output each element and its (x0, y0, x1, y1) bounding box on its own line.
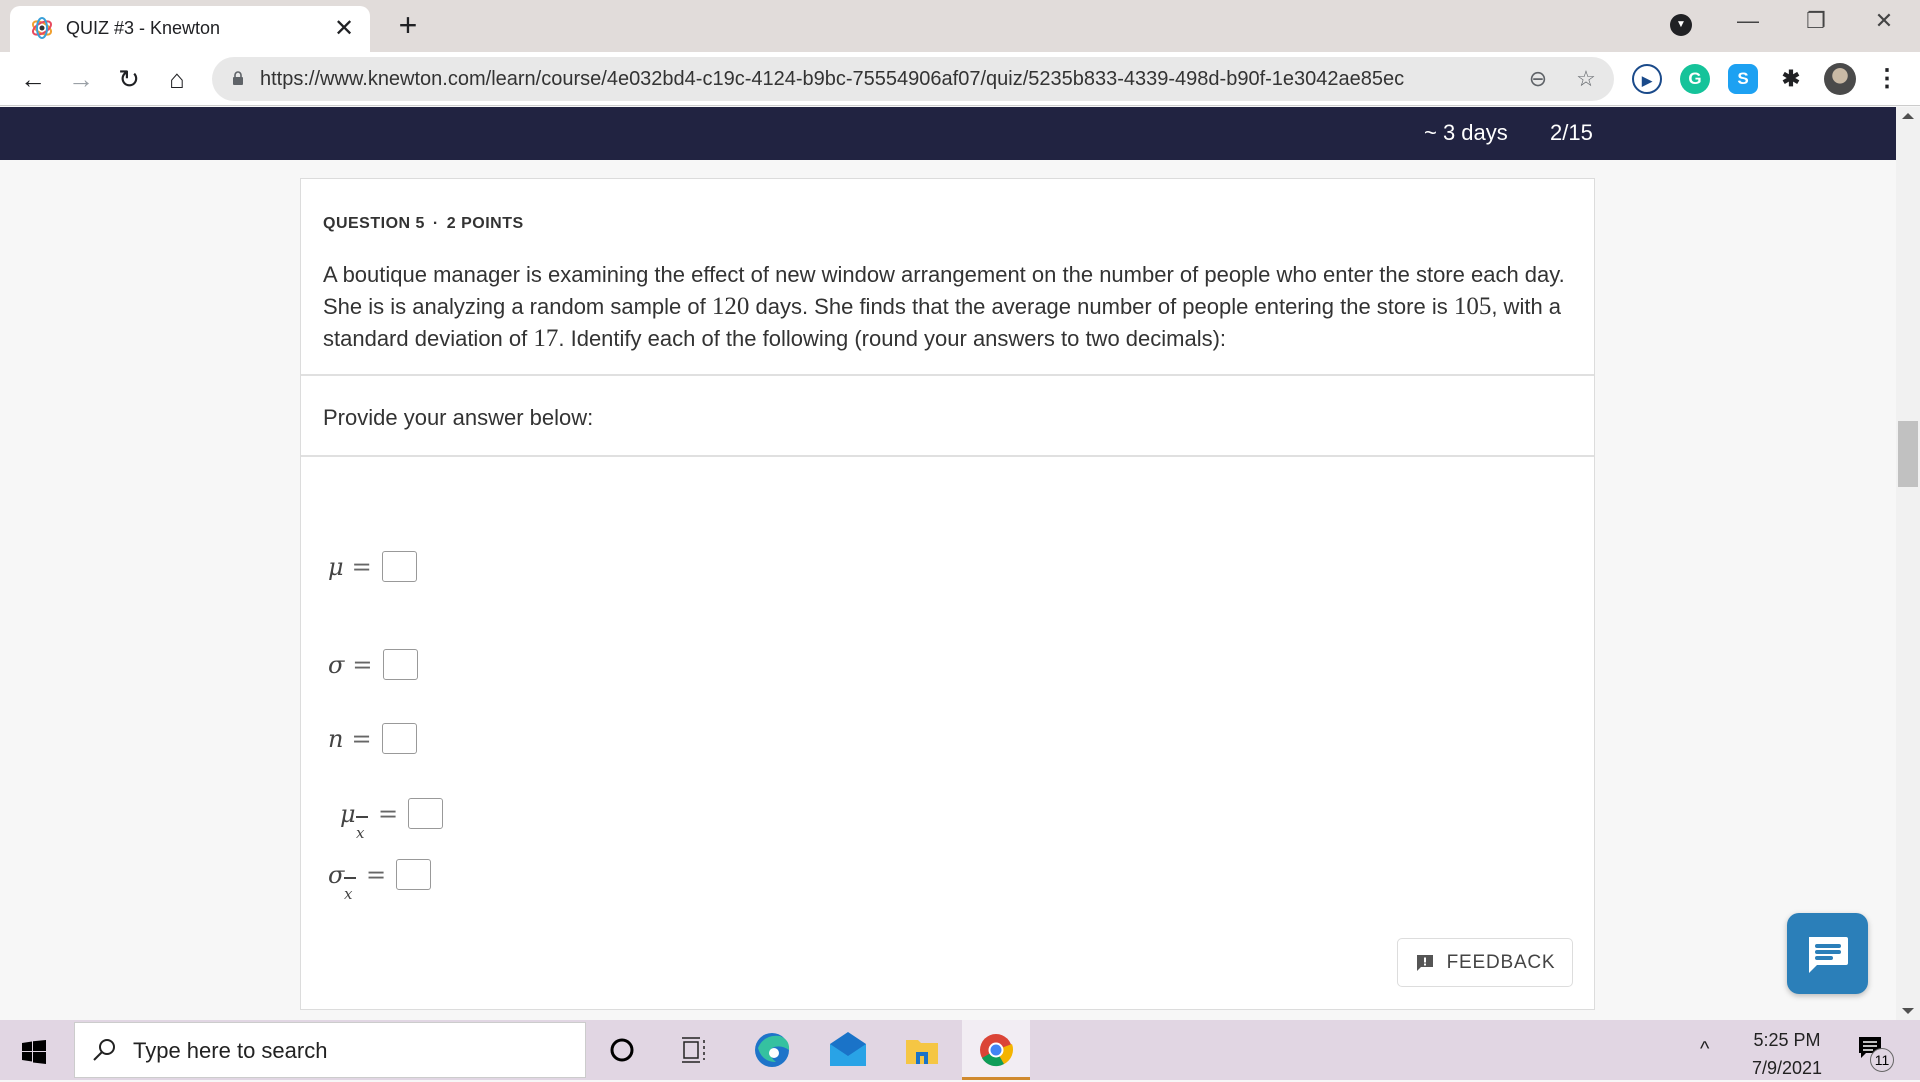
feedback-label: FEEDBACK (1446, 951, 1556, 973)
overbar (356, 815, 368, 818)
windows-start-icon[interactable] (22, 1040, 46, 1064)
new-tab-button[interactable]: + (390, 6, 426, 44)
extensions-puzzle-icon[interactable]: ✱ (1776, 64, 1806, 94)
answer-row-sigma: σ = (328, 649, 418, 680)
question-points: 2 POINTS (446, 215, 524, 232)
sigma-symbol: σ (328, 650, 345, 679)
scrollbar-thumb[interactable] (1898, 421, 1918, 487)
question-text-part: . Identify each of the following (round … (558, 326, 1227, 351)
std-dev-value: 17 (533, 325, 559, 352)
restore-button[interactable]: ❐ (1796, 8, 1836, 34)
reload-button[interactable]: ↻ (112, 62, 146, 96)
sigma-xbar-symbol: σ x (328, 860, 358, 903)
notification-count-badge: 11 (1870, 1048, 1894, 1072)
equals-sign: = (378, 799, 399, 828)
chat-bubble-icon (1809, 937, 1848, 973)
mu-symbol: μ (328, 552, 344, 581)
address-bar[interactable]: https://www.knewton.com/learn/course/4e0… (212, 57, 1614, 101)
close-window-button[interactable]: ✕ (1864, 8, 1904, 34)
tab-title: QUIZ #3 - Knewton (66, 18, 221, 38)
divider (301, 374, 1594, 376)
sigma-symbol: σ (328, 860, 345, 889)
answer-row-n: n = (328, 723, 417, 754)
zoom-icon[interactable]: ⊖ (1524, 65, 1552, 93)
equals-sign: = (366, 860, 387, 889)
back-button[interactable]: ← (16, 62, 50, 96)
minimize-button[interactable]: — (1728, 8, 1768, 34)
question-progress: 2/15 (1550, 120, 1593, 145)
profile-avatar[interactable] (1824, 63, 1856, 95)
mail-icon[interactable] (826, 1028, 870, 1072)
answer-row-sigma-xbar: σ x = (328, 859, 432, 903)
knewton-favicon-icon (31, 17, 53, 39)
overbar (344, 876, 356, 879)
tab-search-icon[interactable]: ▼ (1670, 14, 1692, 36)
divider (301, 455, 1594, 457)
url-text[interactable]: https://www.knewton.com/learn/course/4e0… (260, 68, 1404, 91)
meta-separator: · (432, 215, 439, 232)
forward-button[interactable]: → (64, 62, 98, 96)
question-card: QUESTION 5 · 2 POINTS A boutique manager i… (300, 178, 1595, 1010)
feedback-alert-icon (1416, 954, 1433, 971)
equals-sign: = (351, 724, 372, 753)
taskbar-search-box[interactable]: Type here to search (74, 1022, 586, 1078)
mu-xbar-symbol: μ x (340, 799, 370, 842)
close-tab-icon[interactable]: ✕ (330, 14, 358, 43)
search-icon (93, 1039, 115, 1061)
lock-icon (233, 71, 243, 85)
question-meta: QUESTION 5 · 2 POINTS (323, 215, 524, 233)
browser-tab-active[interactable]: QUIZ #3 - Knewton ✕ (10, 6, 370, 52)
browser-menu-icon[interactable]: ⋮ (1872, 64, 1902, 94)
windows-taskbar: Type here to search ^ 5:25 PM 7/9/2021 1… (0, 1020, 1920, 1080)
chrome-icon[interactable] (974, 1028, 1018, 1072)
browser-tab-strip: QUIZ #3 - Knewton ✕ + ▼ — ❐ ✕ (0, 0, 1920, 52)
edge-browser-icon[interactable] (750, 1028, 794, 1072)
bookmark-star-icon[interactable]: ☆ (1572, 65, 1600, 93)
chat-support-button[interactable] (1787, 913, 1868, 994)
taskbar-clock[interactable]: 5:25 PM 7/9/2021 (1752, 1026, 1822, 1082)
question-text: A boutique manager is examining the effe… (323, 259, 1573, 355)
scroll-down-arrow-icon[interactable] (1902, 1008, 1914, 1014)
mu-answer-input[interactable] (381, 551, 417, 582)
cortana-icon[interactable] (600, 1028, 644, 1072)
skype-extension-icon[interactable]: S (1728, 64, 1758, 94)
answer-prompt: Provide your answer below: (323, 405, 594, 430)
feedback-button[interactable]: FEEDBACK (1397, 938, 1573, 987)
page-scrollbar[interactable] (1896, 107, 1920, 1020)
question-number: QUESTION 5 (323, 215, 425, 232)
media-play-extension-icon[interactable]: ▶ (1632, 64, 1662, 94)
browser-toolbar: ← → ↻ ⌂ https://www.knewton.com/learn/co… (0, 52, 1920, 106)
system-tray-chevron-icon[interactable]: ^ (1700, 1038, 1709, 1061)
sigma-answer-input[interactable] (382, 649, 418, 680)
mu-xbar-answer-input[interactable] (408, 798, 444, 829)
home-button[interactable]: ⌂ (160, 62, 194, 96)
equals-sign: = (352, 650, 373, 679)
time-remaining: ~ 3 days (1424, 120, 1508, 145)
search-placeholder: Type here to search (133, 1038, 328, 1063)
mean-value: 105 (1453, 293, 1492, 320)
clock-time: 5:25 PM (1753, 1030, 1821, 1050)
sample-size-value: 120 (711, 293, 750, 320)
answer-row-mu-xbar: μ x = (340, 798, 444, 842)
answer-row-mu: μ = (328, 551, 417, 582)
grammarly-extension-icon[interactable]: G (1680, 64, 1710, 94)
n-symbol: n (328, 724, 344, 753)
clock-date: 7/9/2021 (1752, 1058, 1823, 1078)
n-answer-input[interactable] (381, 723, 417, 754)
scroll-up-arrow-icon[interactable] (1902, 113, 1914, 119)
xbar-subscript: x (356, 823, 365, 842)
task-view-icon[interactable] (672, 1028, 716, 1072)
file-explorer-icon[interactable] (900, 1028, 944, 1072)
mu-symbol: μ (340, 799, 356, 828)
sigma-xbar-answer-input[interactable] (396, 859, 432, 890)
equals-sign: = (351, 552, 372, 581)
question-text-part: days. She finds that the average number … (749, 294, 1454, 319)
xbar-subscript: x (344, 884, 353, 903)
quiz-header-bar: ~ 3 days 2/15 (0, 107, 1896, 160)
